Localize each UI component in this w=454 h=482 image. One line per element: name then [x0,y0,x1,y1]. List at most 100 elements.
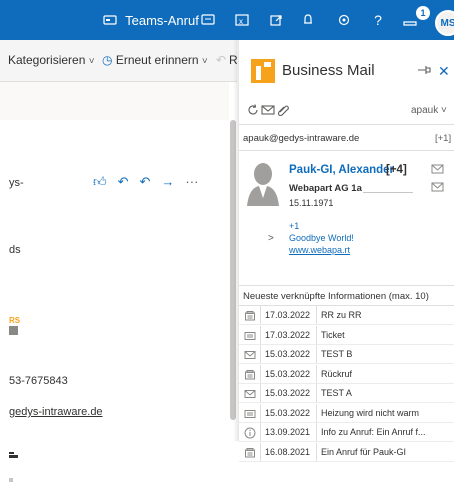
column-divider [316,325,317,345]
user-select[interactable]: apauk ˅ [411,105,447,116]
svg-text:x: x [239,17,243,26]
contact-mail-icon[interactable] [431,163,444,175]
divider [239,285,454,286]
company-mail-icon[interactable] [431,181,444,193]
column-divider [316,384,317,403]
reply-all-icon[interactable]: ↶ [140,174,151,190]
body-text-3: 53-7675843 [9,375,68,387]
linked-info-title: Heizung wird nicht warm [321,407,420,418]
body-text-1: ys- [9,177,24,189]
message-body: ys- 👍︎ ↶ ↶ → ··· ds RS 53-7675843 gedys-… [0,82,229,482]
linked-info-row[interactable]: 17.03.2022 Ticket [239,325,454,345]
user-avatar[interactable]: MS [435,10,454,36]
linked-info-row[interactable]: 15.03.2022 Rückruf [239,364,454,384]
contact-note[interactable]: Goodbye World! [289,233,354,243]
linked-info-title: RR zu RR [321,310,362,320]
ticket-icon [244,329,256,341]
linked-info-row[interactable]: 13.09.2021 Info zu Anruf: Ein Anruf f... [239,423,454,442]
linked-info-row[interactable]: 15.03.2022 Heizung wird nicht warm [239,403,454,423]
expand-details-chevron-icon[interactable]: > [268,233,274,244]
undo-icon[interactable]: ↶ [216,53,226,67]
company-name[interactable]: Webapart AG 1a [289,183,362,194]
mail-icon [244,348,256,360]
pin-icon[interactable] [417,65,431,75]
remind-label: Erneut erinnern [115,53,199,67]
contact-more-count[interactable]: [+4] [386,164,407,176]
company-underline [363,192,413,193]
column-divider [316,345,317,364]
divider [239,150,454,151]
logo-text: RS [9,316,21,325]
bullet-mark-small [9,452,14,454]
business-mail-logo-icon [251,59,275,83]
categorize-button[interactable]: Kategorisieren ˅ [8,53,95,67]
linked-info-date: 15.03.2022 [265,368,311,379]
ticket-icon [244,407,256,419]
column-divider [316,442,317,462]
column-divider [260,384,261,403]
column-divider [316,423,317,442]
refresh-icon[interactable] [247,104,259,116]
attachment-icon[interactable] [277,104,289,116]
user-select-value: apauk [411,105,439,116]
linked-info-date: 16.08.2021 [265,446,311,457]
teams-call-button[interactable]: Teams-Anruf [96,0,206,40]
categorize-label: Kategorisieren [8,53,86,67]
linked-info-row[interactable]: 15.03.2022 TEST A [239,384,454,403]
linked-info-date: 17.03.2022 [265,310,311,320]
column-divider [260,306,261,325]
forward-icon[interactable]: → [161,174,174,190]
reply-icon[interactable]: ↶ [118,174,129,190]
linked-info-row[interactable]: 15.03.2022 TEST B [239,345,454,364]
chevron-down-icon: ˅ [201,56,208,67]
linked-info-date: 15.03.2022 [265,349,311,359]
feedback-icon[interactable] [400,0,420,40]
linked-info-row[interactable]: 16.08.2021 Ein Anruf für Pauk-GI [239,442,454,462]
body-text-2: ds [9,244,21,256]
envelope-icon[interactable] [261,104,275,116]
ribbon: Kategorisieren ˅ ◷ Erneut erinnern ˅ ↶ R [0,40,238,82]
bell-icon[interactable] [296,0,320,40]
column-divider [316,364,317,384]
share-icon[interactable] [264,0,288,40]
column-divider [260,345,261,364]
help-button[interactable]: ? [368,0,388,40]
reading-pane: Kategorisieren ˅ ◷ Erneut erinnern ˅ ↶ R… [0,40,238,482]
column-divider [260,364,261,384]
business-mail-panel: Business Mail ✕ apauk ˅ apauk@gedys-intr… [239,40,454,462]
excel-icon[interactable]: x [230,0,254,40]
row-divider [239,460,454,462]
thumbs-up-icon[interactable]: 👍︎ [93,174,107,190]
remind-again-button[interactable]: ◷ Erneut erinnern ˅ [102,53,208,67]
linked-info-date: 13.09.2021 [265,427,311,437]
contact-extra[interactable]: +1 [289,221,299,231]
column-divider [260,403,261,423]
chat-icon[interactable] [196,0,220,40]
settings-gear-icon[interactable] [332,0,356,40]
bullet-mark-2 [9,478,13,482]
close-icon[interactable]: ✕ [438,63,450,80]
contact-website-link[interactable]: www.webapa.rt [289,245,350,255]
info-icon [244,426,256,439]
email-more-count[interactable]: [+1] [435,133,451,144]
more-icon[interactable]: ··· [185,174,198,190]
column-divider [260,423,261,442]
contact-birthday: 15.11.1971 [289,198,334,208]
linked-info-title: TEST B [321,349,353,359]
linked-info-title: Ein Anruf für Pauk-GI [321,446,407,457]
column-divider [260,325,261,345]
clock-icon: ◷ [102,53,113,67]
logo-block-icon [9,326,18,335]
notification-badge: 1 [416,6,430,20]
addin-toolbar [247,104,289,116]
linked-info-title: Info zu Anruf: Ein Anruf f... [321,427,426,437]
outlook-top-bar: Teams-Anruf x ? 1 MS [0,0,454,40]
phone-icon [244,446,256,458]
body-link[interactable]: gedys-intraware.de [9,406,103,418]
linked-info-row[interactable]: 17.03.2022 RR zu RR [239,306,454,325]
column-divider [260,442,261,462]
contact-name-link[interactable]: Pauk-GI, Alexander [289,164,394,176]
bullet-mark [9,455,18,458]
teams-call-label: Teams-Anruf [125,12,199,28]
linked-info-date: 17.03.2022 [265,329,311,340]
